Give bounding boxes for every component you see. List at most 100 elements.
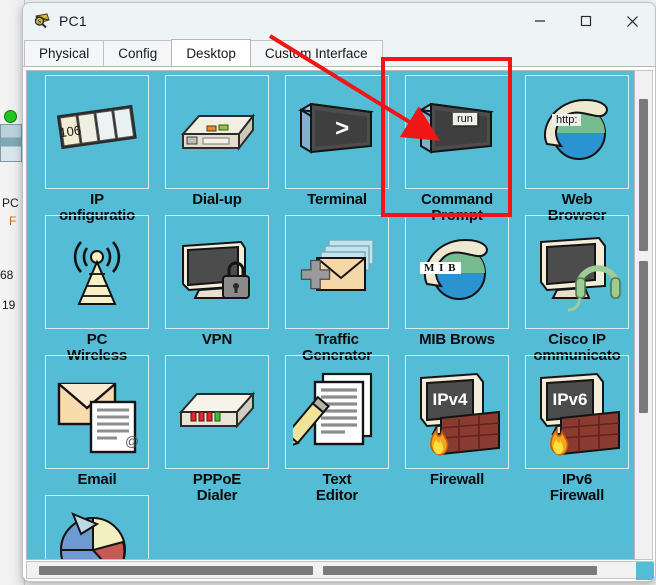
icon-caption-line: Email [77,471,117,488]
modem-icon [173,88,261,176]
tab-physical[interactable]: Physical [24,40,105,66]
icon-thumb[interactable] [45,215,149,329]
monitor-firewall-icon: IPv6 [533,368,621,456]
desktop-icon-mib-browser[interactable]: M I B MIB Brows [397,215,517,355]
icon-caption-line: PC [86,331,108,348]
icon-caption-line: Editor [315,486,359,504]
icon-caption: Text Editor [277,472,397,504]
close-button[interactable] [609,3,655,39]
icon-caption-line: Web [561,191,593,208]
tab-bar: Physical Config Desktop Custom Interface [23,39,655,67]
desktop-icon-pc-wireless[interactable]: PC Wireless [37,215,157,363]
icon-thumb[interactable] [165,215,269,329]
icon-thumb[interactable] [285,215,389,329]
desktop-icon-web-browser[interactable]: http: Web Browser [517,75,634,223]
pie-chart-icon [53,508,141,559]
background-label-3: 19 [2,298,16,312]
icon-thumb[interactable]: > [285,75,389,189]
desktop-icon-ip-configuration[interactable]: 106 IP onfiguratio [37,75,157,223]
icon-caption: Firewall [397,472,517,488]
svg-text:IPv6: IPv6 [553,390,588,409]
icon-caption-line: Firewall [429,471,485,488]
icon-caption-line: IPv6 [561,471,593,488]
wireless-tower-icon [53,228,141,316]
document-pencil-icon [283,368,381,456]
window-controls [517,3,655,39]
panel-wrap: 106 IP onfiguratio Dial-up > Terminal ru… [26,70,653,560]
minimize-button[interactable] [517,3,563,39]
monitor-headset-icon [533,228,621,316]
desktop-icon-pppoe-dialer[interactable]: PPPoE Dialer [157,355,277,503]
monitor-firewall-icon: IPv4 [413,368,501,456]
desktop-icon-panel: 106 IP onfiguratio Dial-up > Terminal ru… [26,70,635,560]
window-titlebar[interactable]: S PC1 [23,3,655,39]
desktop-icon-dial-up[interactable]: Dial-up [157,75,277,215]
desktop-icon-text-editor[interactable]: Text Editor [277,355,397,503]
desktop-icon-terminal[interactable]: > Terminal [277,75,397,215]
icon-row: @ Email PPPoE Dialer Text Editor IPv4 Fi… [37,355,634,503]
horizontal-scroll-thumb-1[interactable] [323,566,597,575]
tab-desktop[interactable]: Desktop [171,39,251,66]
icon-caption-line: VPN [201,331,233,348]
terminal-icon: > [293,88,381,176]
background-label-1: F [9,214,17,228]
icon-thumb[interactable]: http: [525,75,629,189]
icon-caption-line: Terminal [307,191,367,208]
desktop-icon-email[interactable]: @ Email [37,355,157,495]
status-dot-icon [4,110,17,123]
icon-caption: Dial-up [157,192,277,208]
icon-caption-line: Traffic [315,331,359,348]
icon-thumb[interactable] [283,355,389,469]
icon-badge-label: M I B [420,262,461,274]
pc1-window: S PC1 Physical Config Desktop Custom Interf… [22,2,656,582]
icon-caption: Terminal [277,192,397,208]
desktop-icon-ipv6-firewall[interactable]: IPv6 IPv6 Firewall [517,355,634,503]
tab-config[interactable]: Config [103,40,173,66]
icon-thumb[interactable] [165,75,269,189]
ip-configuration-icon: 106 [53,88,141,176]
maximize-button[interactable] [563,3,609,39]
desktop-icon-grid: 106 IP onfiguratio Dial-up > Terminal ru… [37,75,634,559]
icon-caption: PPPoE Dialer [157,472,277,504]
desktop-icon-vpn[interactable]: VPN [157,215,277,355]
svg-text:106: 106 [58,122,82,140]
tab-custom-interface[interactable]: Custom Interface [249,40,383,66]
scrollbar-corner [636,562,654,580]
background-label-2: 68 [0,268,14,282]
horizontal-scrollbar[interactable] [26,561,653,579]
icon-row: 106 IP onfiguratio Dial-up > Terminal ru… [37,75,634,223]
icon-thumb[interactable]: @ [45,355,149,469]
svg-text:@: @ [125,433,139,449]
desktop-icon-netflow-pie[interactable] [37,495,157,559]
icon-thumb[interactable] [525,215,629,329]
icon-thumb[interactable]: M I B [405,215,509,329]
icon-caption: MIB Brows [397,332,517,348]
packet-tracer-pc-icon: S [33,12,51,30]
icon-thumb[interactable]: IPv4 [405,355,509,469]
icon-caption: IPv6 Firewall [517,471,634,504]
window-title: PC1 [59,13,87,29]
icon-thumb[interactable] [45,495,149,559]
icon-thumb[interactable]: run [405,75,509,189]
envelope-document-icon: @ [53,368,141,456]
background-device-icon [0,124,22,162]
vertical-scrollbar[interactable] [635,70,653,560]
icon-caption-line: Text [322,471,352,488]
desktop-icon-cisco-ip-communicator[interactable]: Cisco IP ommunicato [517,215,634,363]
background-label-0: PC [2,196,19,210]
icon-thumb[interactable] [165,355,269,469]
desktop-icon-command-prompt[interactable]: run Command Prompt [397,75,517,223]
vertical-scroll-thumb-0[interactable] [639,99,648,251]
vertical-scroll-thumb-1[interactable] [639,261,648,413]
icon-row: PC Wireless VPN Traffic Generator M I B … [37,215,634,363]
icon-caption: Email [37,472,157,488]
icon-caption-line: Command [421,191,493,208]
horizontal-scroll-thumb-0[interactable] [39,566,313,575]
icon-thumb[interactable]: IPv6 [525,355,629,469]
globe-http-icon [533,88,621,176]
icon-caption-line: Firewall [549,486,605,504]
desktop-icon-traffic-generator[interactable]: Traffic Generator [277,215,397,363]
router-leds-icon [173,368,261,456]
desktop-icon-firewall[interactable]: IPv4 Firewall [397,355,517,495]
icon-thumb[interactable]: 106 [45,75,149,189]
